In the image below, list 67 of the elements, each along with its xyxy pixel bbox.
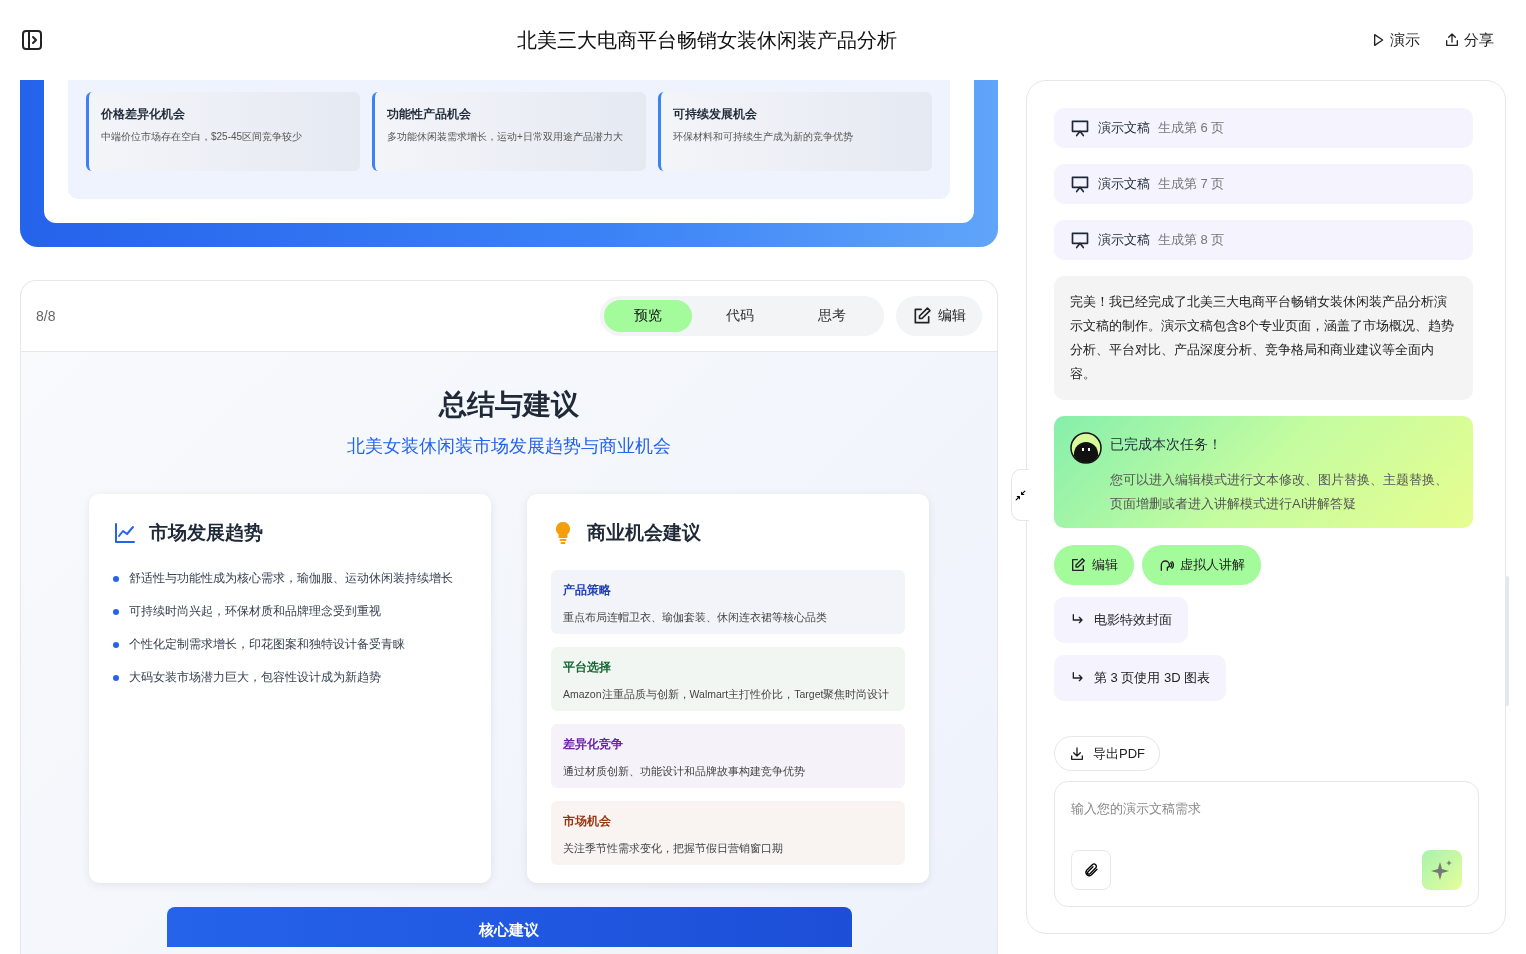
card-heading: 商业机会建议 [587,521,701,545]
card-text: 多功能休闲装需求增长，运动+日常双用途产品潜力大 [387,130,624,144]
share-icon [1444,32,1460,48]
advice-title: 差异化竞争 [563,736,624,753]
card-heading: 市场发展趋势 [149,521,263,545]
bullet-icon [113,575,119,582]
sidebar-toggle-button[interactable] [20,28,44,52]
bullet-icon [113,641,119,648]
suggestion-button[interactable]: 第 3 页使用 3D 图表 [1054,655,1227,702]
prompt-field[interactable]: 输入您的演示文稿需求 [1071,797,1462,819]
completion-text: 您可以进入编辑模式进行文本修改、图片替换、主题替换、页面增删或者进入讲解模式进行AI讲解答疑 [1110,471,1449,513]
slide-subtitle: 北美女装休闲装市场发展趋势与商业机会 [347,435,671,458]
presentation-icon [1070,118,1090,138]
document-title: 北美三大电商平台畅销女装休闲装产品分析 [516,27,898,53]
attach-button[interactable] [1071,850,1111,890]
paperclip-icon [1083,862,1099,878]
collapse-handle[interactable] [1011,469,1029,521]
advice-text: 通过材质创新、功能设计和品牌故事构建竞争优势 [563,765,805,777]
trend-text: 大码女装市场潜力巨大，包容性设计成为新趋势 [129,669,381,686]
card-text: 中端价位市场存在空白，$25-45区间竞争较少 [101,130,304,144]
advice-text: 重点布局连帽卫衣、瑜伽套装、休闲连衣裙等核心品类 [563,611,827,623]
edit-button[interactable]: 编辑 [896,296,982,336]
core-advice-banner: 核心建议 [166,907,852,947]
trend-text: 个性化定制需求增长，印花图案和独特设计备受青睐 [129,636,405,653]
edit-icon [912,306,932,326]
trend-text: 可持续时尚兴起，环保材质和品牌理念受到重视 [129,603,381,620]
advice-text: 关注季节性需求变化，把握节假日营销窗口期 [563,842,783,854]
advice-title: 产品策略 [563,582,612,599]
presentation-icon [1070,230,1090,250]
edit-icon [1070,557,1086,573]
advice-title: 平台选择 [563,659,612,676]
generate-button[interactable] [1422,850,1462,890]
voice-icon [1158,557,1174,573]
card-title: 功能性产品机会 [387,106,472,123]
advice-title: 市场机会 [563,813,612,830]
export-pdf-button[interactable]: 导出PDF [1054,736,1160,771]
download-icon [1069,745,1085,762]
share-button[interactable]: 分享 [1444,30,1494,50]
bullet-icon [113,674,119,681]
slide-title: 总结与建议 [439,388,579,422]
bullet-icon [113,608,119,615]
chip-status: 生成第 7 页 [1158,175,1225,193]
chip-label: 演示文稿 [1098,231,1150,249]
card-title: 可持续发展机会 [673,106,758,123]
avatar-icon [1070,432,1102,464]
view-tab[interactable]: 思考 [788,300,876,332]
view-tab[interactable]: 预览 [604,300,692,332]
view-tab[interactable]: 代码 [696,300,784,332]
presentation-icon [1070,174,1090,194]
chip-label: 演示文稿 [1098,119,1150,137]
line-chart-icon [113,521,137,545]
collapse-icon [1014,488,1027,502]
assistant-message: 完美！我已经完成了北美三大电商平台畅销女装休闲装产品分析演示文稿的制作。演示文稿包含8个专业页面，涵盖了市场概况、趋势分析、平台对比、产品深度分析、竞争格局和商业建议等全面内容。 [1054,276,1473,400]
chip-label: 演示文稿 [1098,175,1150,193]
edit-action-button[interactable]: 编辑 [1054,545,1134,585]
suggestion-button[interactable]: 电影特效封面 [1054,597,1188,644]
card-title: 价格差异化机会 [101,106,186,123]
chip-status: 生成第 6 页 [1158,119,1225,137]
voice-action-button[interactable]: 虚拟人讲解 [1142,545,1261,585]
advice-text: Amazon注重品质与创新，Walmart主打性价比，Target聚焦时尚设计 [563,688,890,700]
trend-text: 舒适性与功能性成为核心需求，瑜伽服、运动休闲装持续增长 [129,570,453,587]
page-counter: 8/8 [36,308,57,324]
play-button[interactable]: 演示 [1370,30,1420,50]
card-text: 环保材料和可持续生产成为新的竞争优势 [673,130,854,144]
chip-status: 生成第 8 页 [1158,231,1225,249]
sidebar-toggle-icon [20,28,44,52]
completion-title: 已完成本次任务！ [1110,436,1223,454]
